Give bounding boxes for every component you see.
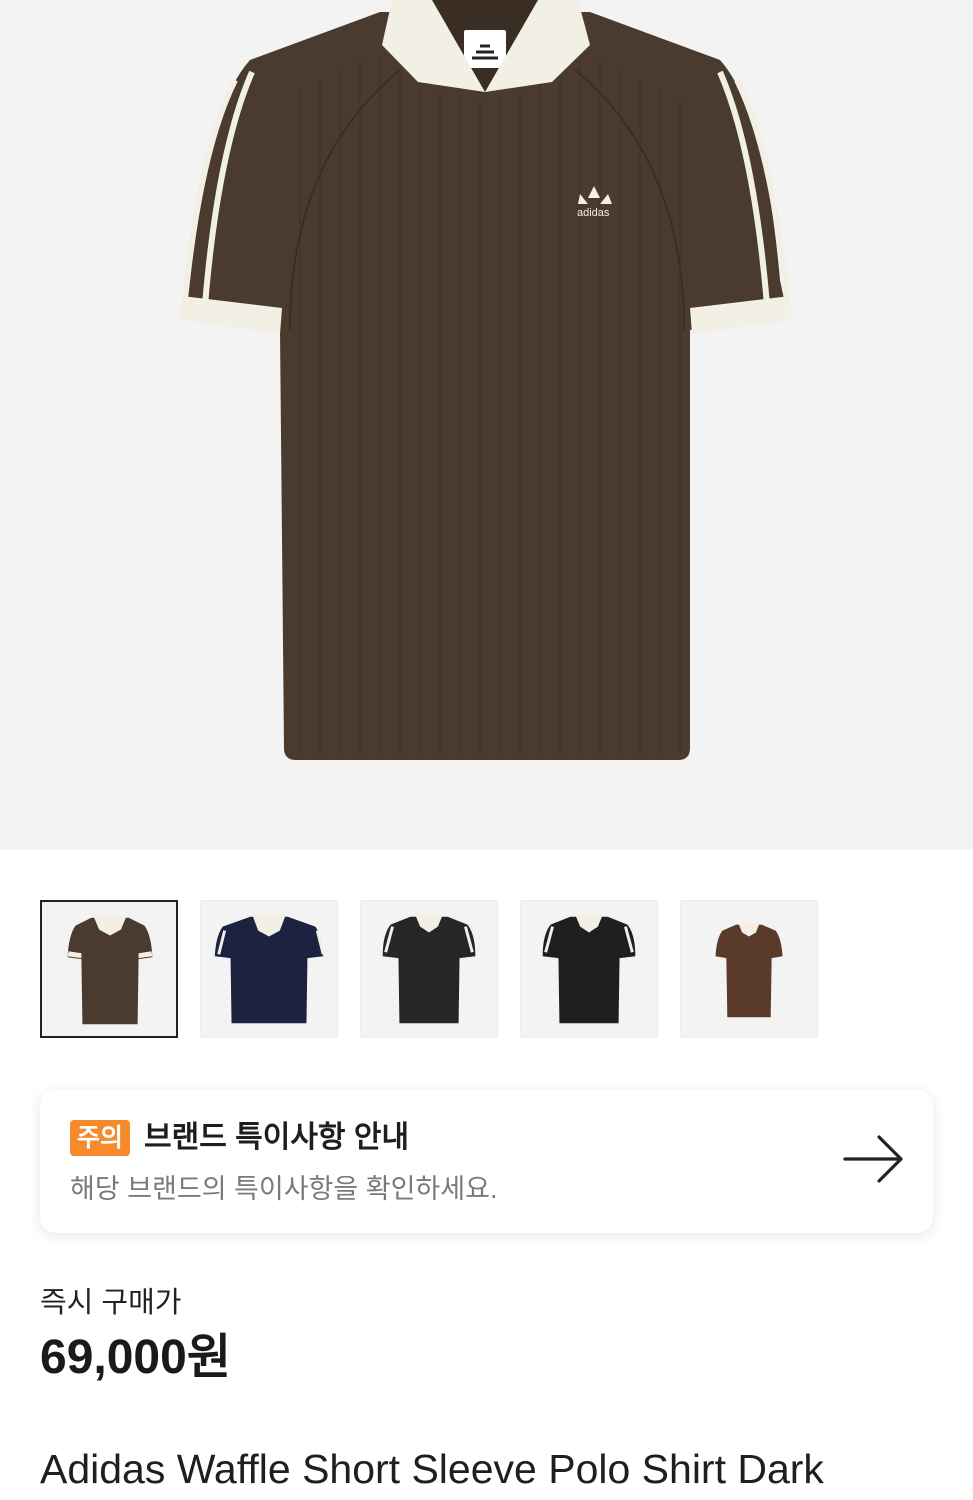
thumbnail-3[interactable] xyxy=(360,900,498,1038)
thumbnail-4[interactable] xyxy=(520,900,658,1038)
polo-shirt-thumbnail xyxy=(542,914,636,1024)
notice-title: 브랜드 특이사항 안내 xyxy=(144,1121,410,1154)
svg-text:adidas: adidas xyxy=(577,207,610,219)
notice-subtitle: 해당 브랜드의 특이사항을 확인하세요. xyxy=(70,1174,498,1204)
polo-shirt-thumbnail xyxy=(67,915,153,1025)
thumbnail-5[interactable] xyxy=(680,900,818,1038)
price-label: 즉시 구매가 xyxy=(40,1287,182,1319)
brand-notice-card[interactable]: 주의 브랜드 특이사항 안내 해당 브랜드의 특이사항을 확인하세요. xyxy=(40,1090,933,1233)
polo-shirt-image: adidas xyxy=(180,0,792,760)
notice-badge: 주의 xyxy=(70,1120,131,1156)
polo-shirt-thumbnail xyxy=(715,922,783,1018)
thumbnail-2[interactable] xyxy=(200,900,338,1038)
price-value: 69,000원 xyxy=(40,1331,231,1384)
product-title: Adidas Waffle Short Sleeve Polo Shirt Da… xyxy=(40,1446,824,1492)
arrow-right-icon[interactable] xyxy=(843,1134,905,1184)
product-hero-image[interactable]: adidas xyxy=(0,0,973,850)
thumbnail-1[interactable] xyxy=(40,900,178,1038)
polo-shirt-thumbnail xyxy=(382,914,476,1024)
polo-shirt-thumbnail xyxy=(214,914,325,1024)
